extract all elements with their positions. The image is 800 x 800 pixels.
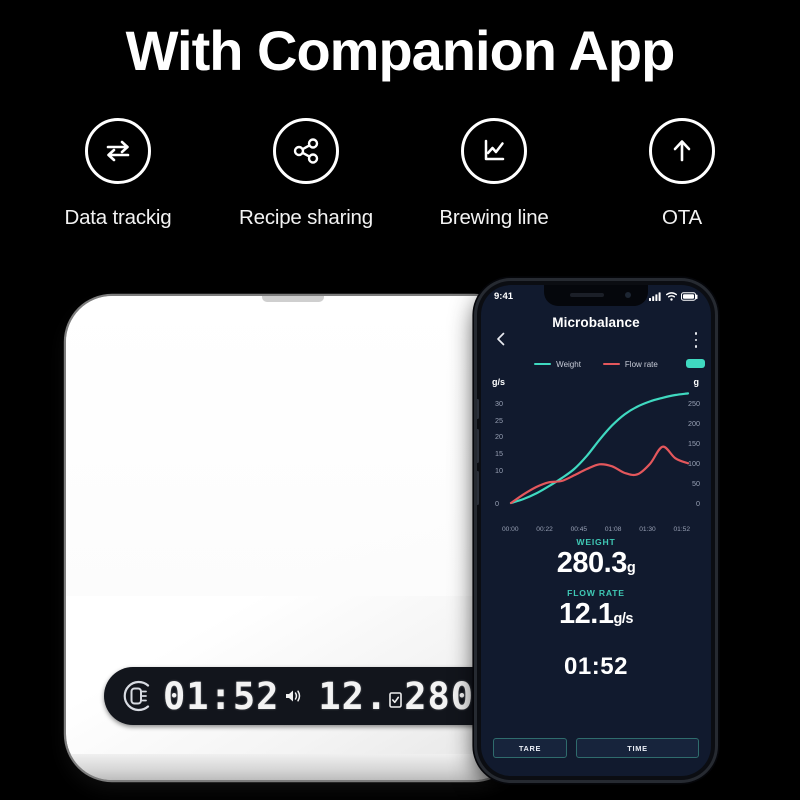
legend-label: Weight: [556, 359, 581, 369]
y-tick-left: 30: [495, 399, 503, 408]
earpiece-speaker: [570, 293, 604, 297]
promo-graphic: With Companion App Data trackig Recipe s…: [0, 0, 800, 800]
feature-recipe-sharing[interactable]: Recipe sharing: [212, 118, 400, 230]
phone-silent-switch[interactable]: [477, 399, 479, 419]
elapsed-timer: 01:52: [564, 652, 628, 680]
upload-arrow-icon: [649, 118, 715, 184]
overflow-menu-icon[interactable]: [694, 332, 698, 348]
y-axis-unit-left: g/s: [492, 377, 506, 387]
scale-surface-gloss: [66, 296, 520, 597]
feature-label: Brewing line: [439, 206, 549, 229]
scale-led-display: 01:52 12. 280.3 g: [104, 667, 520, 725]
flow-rate-number: 12.1: [559, 598, 614, 631]
coffee-scale-body: 01:52 12. 280.3 g: [66, 296, 520, 780]
phone-volume-up-button[interactable]: [477, 429, 479, 463]
flow-rate-label: FLOW RATE: [567, 588, 625, 599]
scale-top-notch: [262, 296, 324, 302]
x-tick: 01:52: [673, 526, 690, 533]
y-tick-left: 15: [495, 449, 503, 458]
battery-icon: [681, 291, 698, 301]
x-tick: 01:30: [639, 526, 656, 533]
y-tick-right: 100: [688, 459, 700, 468]
status-icon-group: [649, 291, 698, 301]
x-tick: 01:08: [604, 526, 622, 533]
feature-ota[interactable]: OTA: [588, 118, 776, 230]
brand-logo-icon: [123, 680, 150, 712]
feature-label: Data trackig: [64, 206, 172, 229]
readout-panel: WEIGHT 280.3g FLOW RATE 12.1g/s 01:52: [481, 537, 711, 681]
data-transfer-icon: [85, 118, 151, 184]
phone-notch: [544, 285, 648, 306]
chevron-left-icon[interactable]: [493, 331, 509, 347]
speaker-icon: [286, 690, 301, 702]
legend-swatch-weight: [534, 362, 552, 366]
flow-rate-unit: g/s: [613, 611, 634, 628]
x-tick: 00:00: [502, 526, 519, 533]
front-camera-icon: [625, 292, 631, 298]
feature-list: Data trackig Recipe sharing Brewing line…: [24, 118, 776, 230]
weight-unit: g: [626, 560, 636, 576]
tare-button[interactable]: TARE: [493, 738, 567, 758]
legend-swatch-flow-rate: [602, 362, 620, 366]
feature-label: Recipe sharing: [239, 206, 373, 229]
brewing-chart: g/s g 30 25 20 15 10 0 250 200 150 100 50 0 00:00 0…: [481, 375, 711, 533]
led-timer-value: 01:52: [163, 674, 280, 718]
y-tick-left: 20: [495, 432, 503, 442]
weight-label: WEIGHT: [576, 537, 616, 547]
checkbox-icon: [389, 691, 403, 708]
y-tick-right: 150: [688, 439, 700, 448]
share-nodes-icon: [273, 118, 339, 184]
app-title: Microbalance: [552, 315, 640, 330]
page-title: With Companion App: [125, 19, 676, 82]
feature-brewing-line[interactable]: Brewing line: [400, 118, 588, 230]
chart-plot-area: [509, 392, 690, 505]
scale-base-lip: [66, 754, 520, 780]
flow-rate-value: 12.1g/s: [481, 598, 711, 630]
live-indicator-badge: [686, 359, 705, 368]
menu-dot: [694, 332, 698, 335]
action-button-row: TARE TIME: [493, 738, 699, 758]
weight-number: 280.3: [556, 547, 628, 579]
y-tick-right: 50: [692, 479, 700, 488]
line-chart-icon: [461, 118, 527, 184]
y-tick-right: 0: [696, 499, 700, 508]
feature-data-tracking[interactable]: Data trackig: [24, 118, 212, 230]
phone-screen: 9:41 Microbalance Weight Flow rate g/s g…: [481, 285, 711, 776]
wifi-icon: [666, 291, 677, 301]
weight-value: 280.3g: [481, 547, 711, 579]
menu-dot: [694, 338, 698, 342]
chart-series-flow-rate: [509, 445, 690, 505]
smartphone-mockup: 9:41 Microbalance Weight Flow rate g/s g…: [477, 281, 715, 780]
cellular-signal-icon: [649, 291, 661, 301]
menu-dot: [694, 345, 698, 348]
y-axis-unit-right: g: [693, 377, 700, 387]
feature-label: OTA: [661, 206, 703, 229]
status-time: 9:41: [494, 290, 514, 302]
led-flow-value: 12.: [318, 674, 389, 718]
app-bar: Microbalance: [481, 307, 711, 353]
legend-label: Flow rate: [624, 359, 658, 369]
x-tick: 00:22: [536, 526, 553, 533]
x-axis-ticks: 00:00 00:22 00:45 01:08 01:30 01:52: [502, 526, 690, 533]
time-button[interactable]: TIME: [576, 738, 699, 758]
x-tick: 00:45: [570, 526, 588, 533]
y-tick-left: 10: [495, 465, 503, 475]
phone-volume-down-button[interactable]: [477, 471, 479, 505]
chart-legend: Weight Flow rate: [481, 356, 711, 372]
y-tick-left: 0: [495, 499, 499, 508]
legend-item-weight[interactable]: Weight: [534, 360, 581, 369]
y-tick-right: 250: [688, 399, 700, 408]
legend-item-flow-rate[interactable]: Flow rate: [602, 359, 658, 369]
y-tick-right: 200: [688, 419, 700, 428]
y-tick-left: 25: [495, 415, 503, 425]
